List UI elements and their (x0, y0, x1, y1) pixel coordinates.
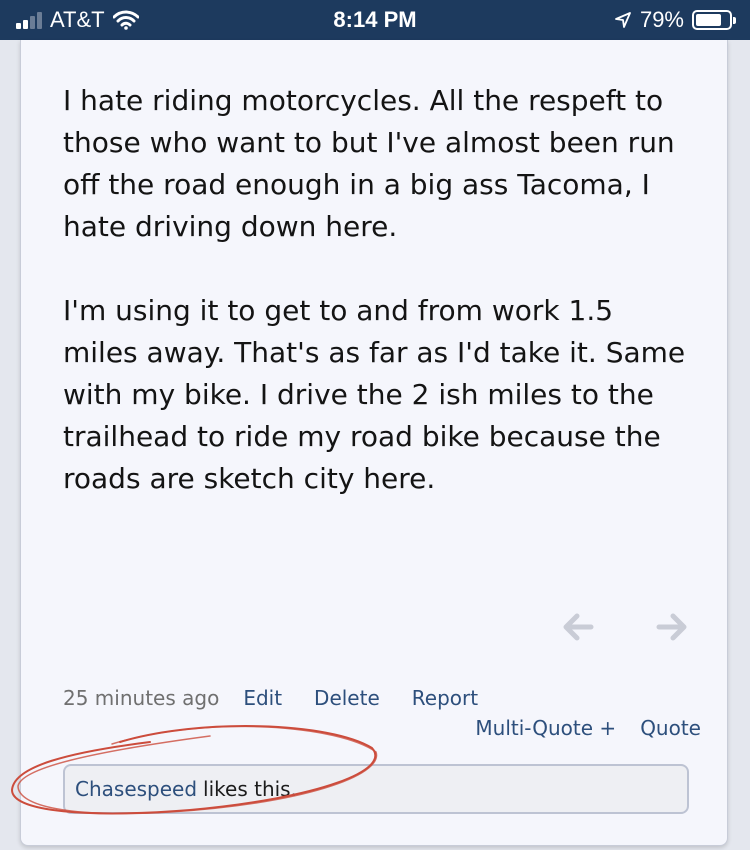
likes-summary: Chasespeed likes this. (63, 764, 689, 814)
status-left: AT&T (16, 0, 139, 40)
arrow-right-icon[interactable] (655, 610, 689, 644)
multi-quote-link[interactable]: Multi-Quote + (475, 716, 616, 740)
quote-actions: Multi-Quote + Quote (475, 716, 701, 740)
location-arrow-icon (615, 12, 631, 28)
post-paragraph: I'm using it to get to and from work 1.5… (63, 294, 686, 495)
cellular-signal-icon (16, 11, 42, 29)
battery-percent: 79% (639, 7, 684, 32)
post-card: I hate riding motorcycles. All the respe… (20, 40, 728, 846)
post-meta: 25 minutes ago Edit Delete Report (63, 686, 510, 710)
post-timestamp: 25 minutes ago (63, 686, 220, 710)
post-body: I hate riding motorcycles. All the respe… (63, 80, 693, 542)
quote-link[interactable]: Quote (640, 716, 701, 740)
battery-level (696, 14, 722, 26)
likes-text: likes this. (203, 777, 297, 801)
status-right: 79% (614, 0, 736, 40)
report-link[interactable]: Report (412, 686, 478, 710)
delete-link[interactable]: Delete (314, 686, 380, 710)
status-bar: AT&T 8:14 PM 79% (0, 0, 750, 40)
edit-link[interactable]: Edit (243, 686, 282, 710)
post-paragraph: I hate riding motorcycles. All the respe… (63, 84, 675, 243)
post-navigation (561, 610, 689, 644)
battery-icon (692, 10, 736, 30)
liker-username-link[interactable]: Chasespeed (75, 777, 197, 801)
carrier-name: AT&T (50, 7, 105, 32)
arrow-left-icon[interactable] (561, 610, 595, 644)
wifi-icon (112, 10, 139, 30)
